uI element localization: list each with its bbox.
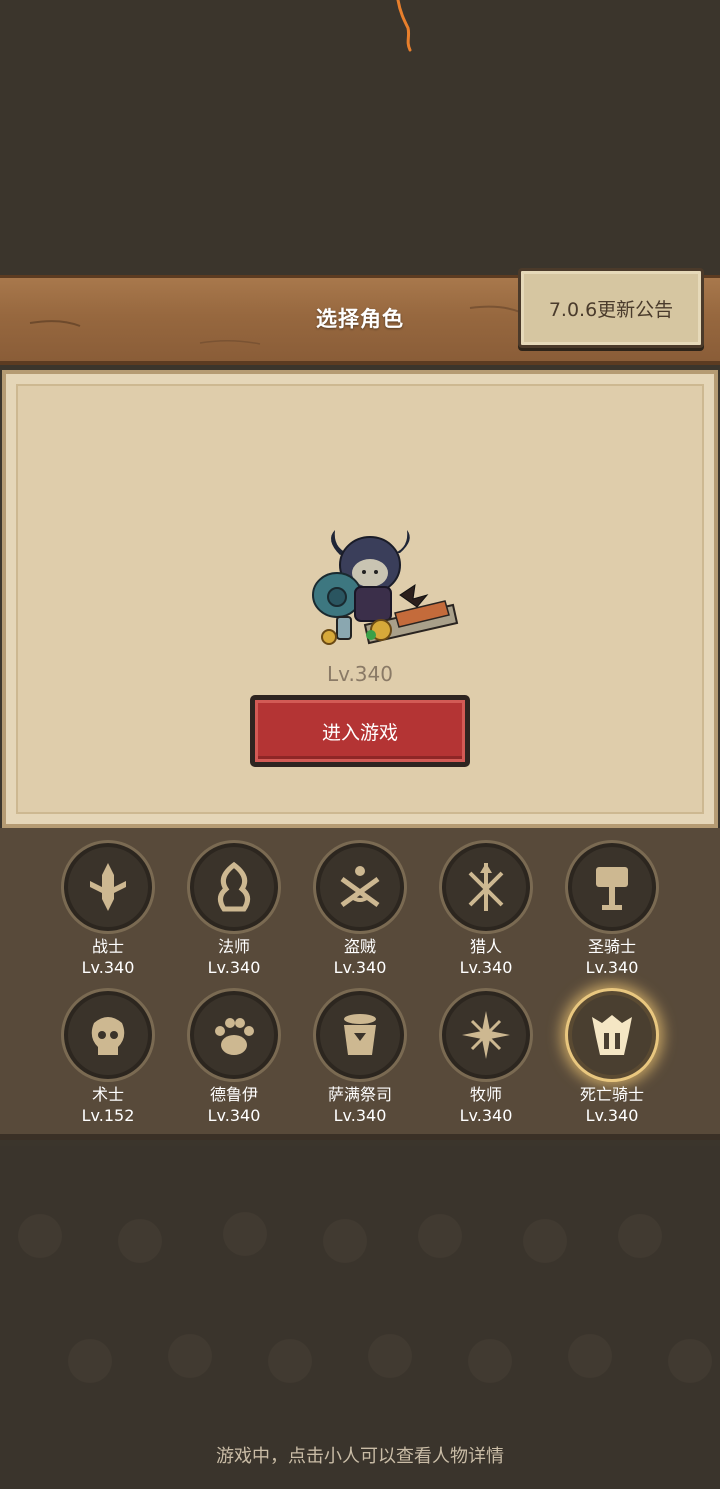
class-rogue[interactable]: 盗贼 Lv.340 <box>300 840 420 978</box>
druid-icon <box>187 988 281 1082</box>
class-name: 死亡骑士 <box>579 1085 644 1104</box>
class-level: Lv.340 <box>585 1106 639 1125</box>
class-level: Lv.152 <box>81 1106 135 1125</box>
hero-level: Lv.340 <box>327 662 393 686</box>
priest-icon <box>439 988 533 1082</box>
death-knight-icon <box>565 988 659 1082</box>
class-warlock[interactable]: 术士 Lv.152 <box>48 988 168 1126</box>
class-priest[interactable]: 牧师 Lv.340 <box>426 988 546 1126</box>
class-name: 猎人 <box>469 937 502 956</box>
class-druid[interactable]: 德鲁伊 Lv.340 <box>174 988 294 1126</box>
paladin-icon <box>565 840 659 934</box>
class-mage[interactable]: 法师 Lv.340 <box>174 840 294 978</box>
class-name: 圣骑士 <box>587 937 636 956</box>
warlock-icon <box>61 988 155 1082</box>
class-level: Lv.340 <box>81 958 135 977</box>
class-level: Lv.340 <box>585 958 639 977</box>
class-level: Lv.340 <box>459 958 513 977</box>
class-name: 术士 <box>91 1085 124 1104</box>
class-hunter[interactable]: 猎人 Lv.340 <box>426 840 546 978</box>
top-area <box>0 0 720 275</box>
faded-class-emblems <box>18 1212 712 1383</box>
class-level: Lv.340 <box>207 958 261 977</box>
hunter-icon <box>439 840 533 934</box>
update-notice-button[interactable]: 7.0.6更新公告 <box>518 268 704 348</box>
class-death-knight[interactable]: 死亡骑士 Lv.340 <box>552 988 672 1126</box>
mage-icon <box>187 840 281 934</box>
class-level: Lv.340 <box>333 1106 387 1125</box>
warrior-icon <box>61 840 155 934</box>
shaman-icon <box>313 988 407 1082</box>
background-pattern-area <box>0 1146 720 1489</box>
class-name: 萨满祭司 <box>327 1085 392 1104</box>
class-warrior[interactable]: 战士 Lv.340 <box>48 840 168 978</box>
class-paladin[interactable]: 圣骑士 Lv.340 <box>552 840 672 978</box>
orange-scribble <box>396 0 412 52</box>
enter-game-button[interactable]: 进入游戏 <box>250 695 470 767</box>
class-name: 德鲁伊 <box>209 1085 258 1104</box>
class-name: 盗贼 <box>343 937 376 956</box>
class-level: Lv.340 <box>333 958 387 977</box>
class-name: 战士 <box>91 937 124 956</box>
class-level: Lv.340 <box>459 1106 513 1125</box>
class-level: Lv.340 <box>207 1106 261 1125</box>
rogue-icon <box>313 840 407 934</box>
hero-character[interactable] <box>285 525 465 660</box>
class-shaman[interactable]: 萨满祭司 Lv.340 <box>300 988 420 1126</box>
class-name: 法师 <box>217 937 250 956</box>
hint-text: 游戏中，点击小人可以查看人物详情 <box>216 1446 504 1467</box>
class-name: 牧师 <box>469 1085 502 1104</box>
